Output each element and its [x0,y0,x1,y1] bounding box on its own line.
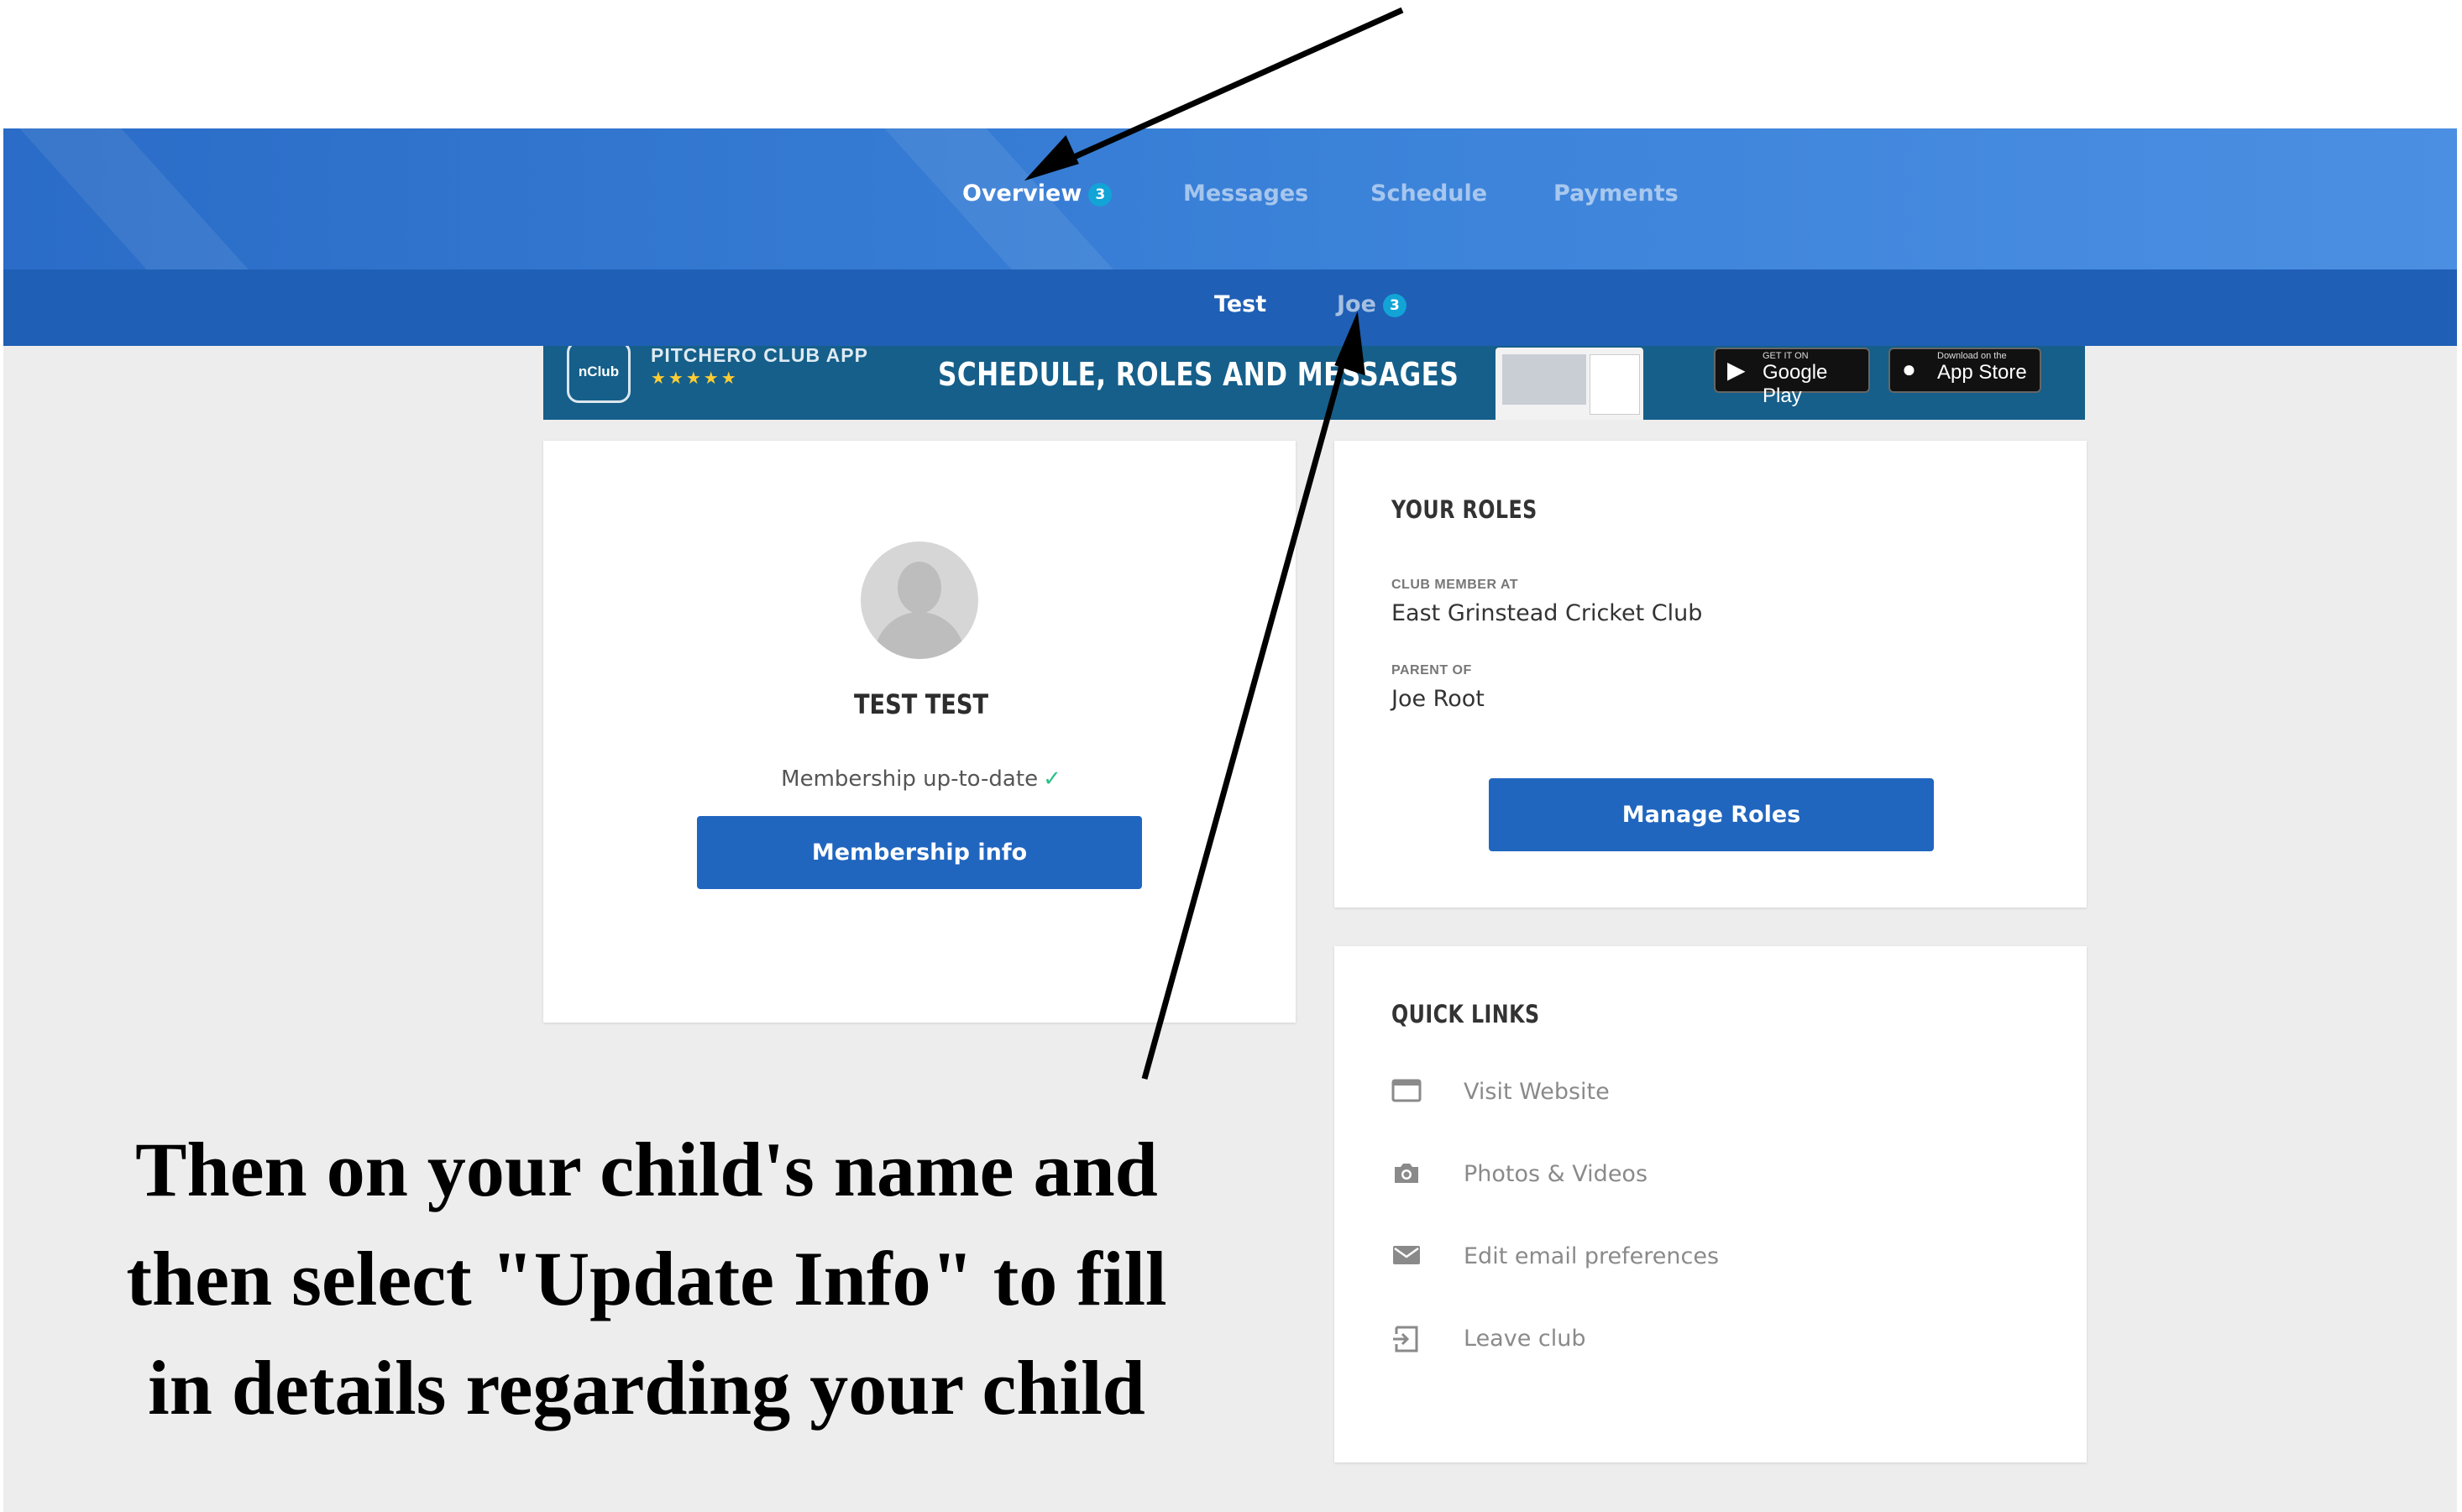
photos-videos-label: Photos & Videos [1464,1161,1648,1187]
banner-app-name: PITCHERO CLUB APP [651,346,868,366]
overview-badge: 3 [1088,182,1113,207]
nav-payments[interactable]: Payments [1553,180,1679,207]
phone-screenshot [1496,348,1643,420]
quick-links-title: QUICK LINKS [1391,1000,1540,1028]
app-store-button[interactable]: ● Download on the App Store [1888,348,2041,393]
child-name: Joe Root [1391,686,1485,712]
email-preferences-label: Edit email preferences [1464,1243,1720,1269]
avatar [861,541,978,659]
phone-screen [1502,354,1586,405]
app-promo-banner[interactable]: nClub PITCHERO CLUB APP ★★★★★ SCHEDULE, … [543,346,2085,420]
nav-overview-label: Overview [962,180,1082,207]
sub-tab-test-label: Test [1214,291,1267,317]
instruction-text: Then on your child's name and then selec… [92,1115,1201,1442]
visit-website-label: Visit Website [1464,1079,1610,1105]
top-navigation: Overview 3 Messages Schedule Payments [3,128,2457,269]
nav-schedule-label: Schedule [1370,180,1488,207]
roles-card: YOUR ROLES CLUB MEMBER AT East Grinstead… [1334,441,2087,908]
member-name: TEST TEST [853,688,989,720]
apple-icon: ● [1902,356,1916,382]
profile-card: TEST TEST Membership up-to-date ✓ Members… [543,441,1296,1023]
play-triangle-icon: ▶ [1727,357,1746,383]
browser-window-icon [1391,1079,1422,1102]
nav-messages[interactable]: Messages [1183,180,1308,207]
phone-screen-secondary [1590,354,1640,415]
parent-of-label: PARENT OF [1391,663,1472,678]
leave-club-label: Leave club [1464,1326,1586,1352]
avatar-head [898,562,941,614]
member-sub-navigation: Test Joe 3 [3,269,2457,346]
joe-badge: 3 [1382,293,1406,317]
exit-icon [1393,1326,1418,1352]
membership-info-button[interactable]: Membership info [697,816,1142,889]
nav-messages-label: Messages [1183,180,1309,207]
sub-tab-joe-label: Joe [1337,291,1376,317]
membership-status: Membership up-to-date ✓ [543,766,1299,792]
nav-payments-label: Payments [1553,180,1679,207]
avatar-body [874,612,965,659]
google-play-text: Google Play [1763,361,1828,407]
google-play-small-text: GET IT ON [1763,351,1809,361]
envelope-icon [1393,1246,1420,1264]
rating-stars: ★★★★★ [651,369,739,388]
banner-headline: SCHEDULE, ROLES AND MESSAGES [938,356,1459,393]
check-icon: ✓ [1043,766,1061,792]
app-store-text: App Store [1937,361,2027,384]
app-store-small-text: Download on the [1937,351,2007,361]
membership-status-text: Membership up-to-date [781,766,1039,792]
sub-tab-joe[interactable]: Joe 3 [1337,291,1406,317]
sub-tab-test[interactable]: Test [1214,291,1266,317]
nav-schedule[interactable]: Schedule [1370,180,1487,207]
club-member-label: CLUB MEMBER AT [1391,578,1518,592]
quick-links-card: QUICK LINKS Visit Website Photos & Video… [1334,946,2087,1462]
camera-icon [1395,1164,1418,1183]
club-name: East Grinstead Cricket Club [1391,600,1703,626]
instruction-line-2: then select "Update Info" to fill [126,1236,1167,1321]
nav-overview[interactable]: Overview 3 [962,180,1113,207]
instruction-line-1: Then on your child's name and [135,1127,1158,1212]
google-play-button[interactable]: ▶ GET IT ON Google Play [1714,348,1870,407]
manage-roles-button[interactable]: Manage Roles [1489,778,1934,851]
club-app-logo: nClub [567,346,631,403]
instruction-line-3: in details regarding your child [148,1345,1145,1431]
decor-stripe [3,128,409,269]
roles-title: YOUR ROLES [1391,495,1537,524]
